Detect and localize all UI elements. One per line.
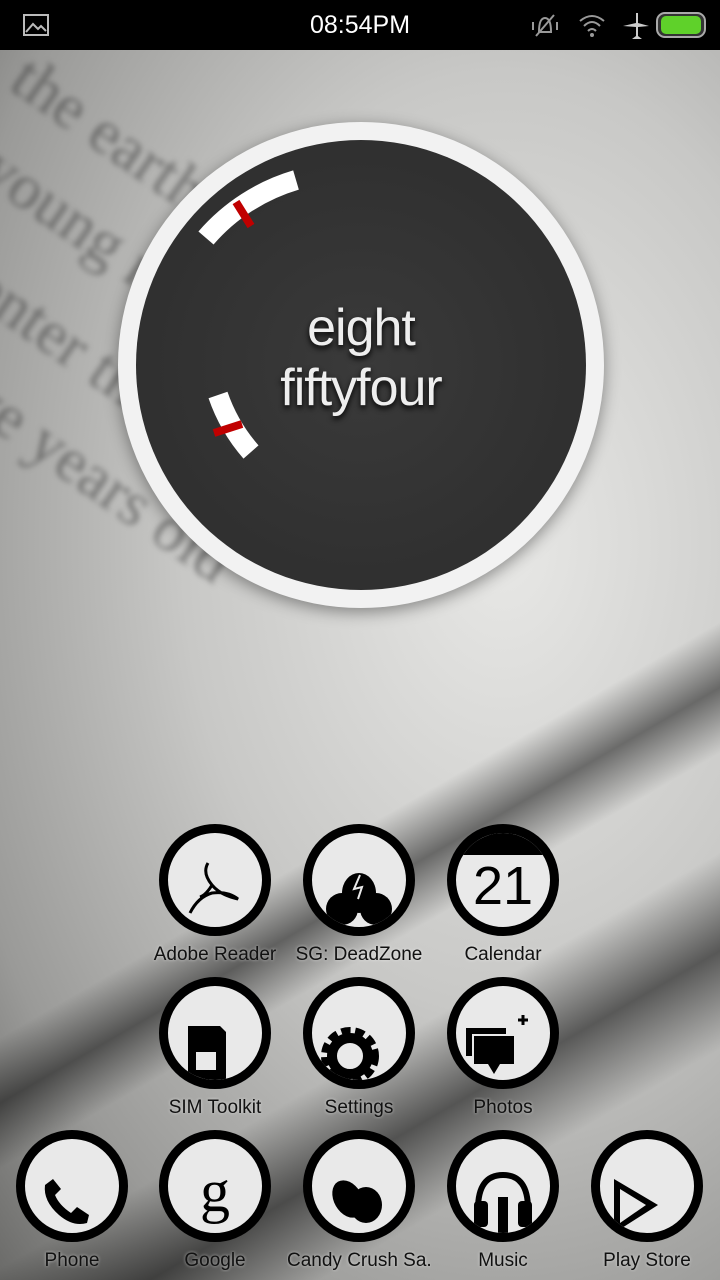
- play-store-icon: [591, 1130, 703, 1242]
- phone-icon: [16, 1130, 128, 1242]
- vibrate-off-icon: [532, 14, 558, 37]
- app-label: SIM Toolkit: [168, 1097, 262, 1118]
- clock-minute-text: fiftyfour: [280, 359, 443, 417]
- app-calendar[interactable]: 21 Calendar: [431, 824, 575, 966]
- status-bar: 08:54PM: [0, 0, 720, 50]
- dock-candy-crush[interactable]: Candy Crush Sa...: [287, 1130, 431, 1272]
- app-label: Play Store: [603, 1250, 691, 1271]
- clock-widget[interactable]: eight fiftyfour: [118, 122, 604, 608]
- app-label: Calendar: [464, 944, 542, 965]
- app-label: SG: DeadZone: [295, 944, 423, 965]
- dock-phone[interactable]: Phone: [0, 1130, 144, 1272]
- app-sim-toolkit[interactable]: SIM Toolkit: [143, 977, 287, 1119]
- app-label: Phone: [44, 1250, 100, 1271]
- sim-card-icon: [159, 977, 271, 1089]
- dock-play-store[interactable]: Play Store: [575, 1130, 719, 1272]
- dock-music[interactable]: Music: [431, 1130, 575, 1272]
- photos-icon: [447, 977, 559, 1089]
- app-label: Settings: [324, 1097, 394, 1118]
- app-label: Candy Crush Sa...: [287, 1250, 431, 1271]
- adobe-reader-icon: [159, 824, 271, 936]
- deadzone-icon: [303, 824, 415, 936]
- status-time: 08:54PM: [309, 11, 411, 39]
- app-photos[interactable]: Photos: [431, 977, 575, 1119]
- calendar-day: 21: [472, 856, 534, 916]
- app-label: Adobe Reader: [153, 944, 277, 965]
- calendar-icon: 21: [447, 824, 559, 936]
- headphones-icon: [447, 1130, 559, 1242]
- dock-google[interactable]: g Google: [143, 1130, 287, 1272]
- app-settings[interactable]: Settings: [287, 977, 431, 1119]
- gear-icon: [303, 977, 415, 1089]
- app-label: Photos: [473, 1097, 533, 1118]
- app-sg-deadzone[interactable]: SG: DeadZone: [287, 824, 431, 966]
- google-icon: g: [159, 1130, 271, 1242]
- app-label: Google: [184, 1250, 246, 1271]
- airplane-icon: [623, 13, 649, 39]
- app-label: Music: [478, 1250, 528, 1271]
- candy-crush-icon: [303, 1130, 415, 1242]
- wifi-icon: [579, 15, 605, 37]
- app-adobe-reader[interactable]: Adobe Reader: [143, 824, 287, 966]
- clock-hour-text: eight: [307, 299, 416, 357]
- battery-icon: [656, 12, 706, 38]
